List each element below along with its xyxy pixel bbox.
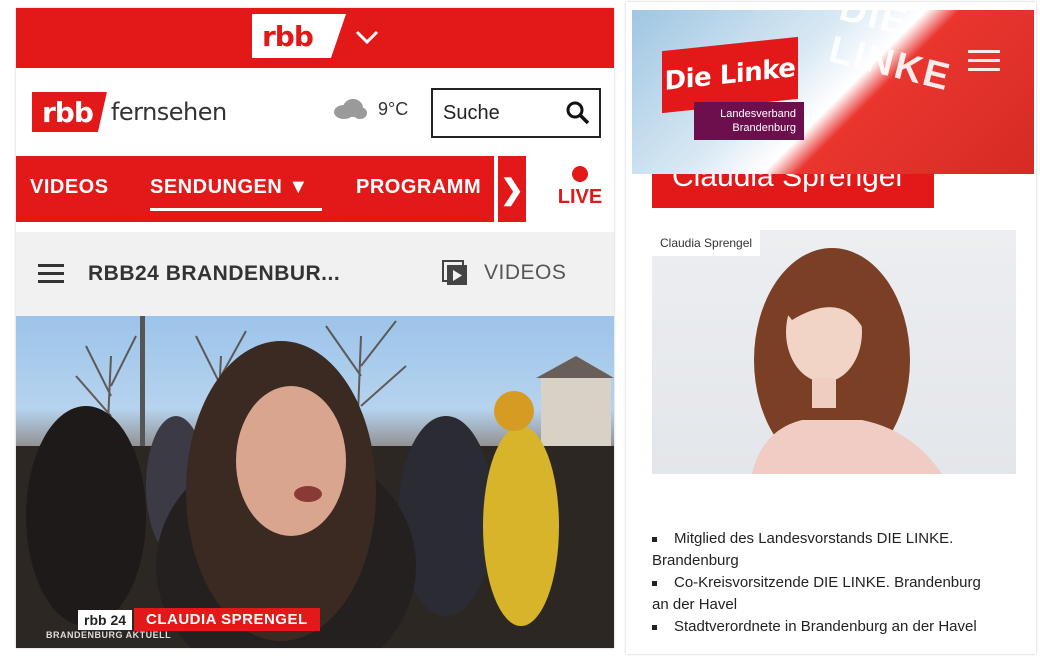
bio-list: Mitglied des Landesvorstands DIE LINKE. … bbox=[652, 528, 1022, 638]
hamburger-menu-icon[interactable] bbox=[38, 264, 64, 284]
live-label: LIVE bbox=[557, 186, 603, 208]
nav-scroll-right-button[interactable]: ❯ bbox=[498, 156, 526, 222]
rbb24-tag: rbb 24 bbox=[78, 609, 133, 630]
list-item: Stadtverordnete in Brandenburg an der Ha… bbox=[652, 616, 1022, 638]
die-linke-logo-text: Die Linke bbox=[664, 53, 796, 97]
site-header: rbb fernsehen 9°C Suche bbox=[16, 68, 614, 156]
landesverband-line2: Brandenburg bbox=[732, 122, 796, 134]
nav-item-programm[interactable]: PROGRAMM bbox=[356, 176, 481, 199]
page-heading-text: Claudia Sprengel bbox=[672, 174, 903, 193]
rbb-top-logo-text: rbb bbox=[262, 19, 314, 53]
videos-link[interactable]: VIDEOS bbox=[442, 260, 566, 286]
bullet-icon bbox=[652, 581, 657, 586]
cloud-icon bbox=[334, 99, 367, 119]
bullet-icon bbox=[652, 537, 657, 542]
flag-text: DIE LINKE bbox=[824, 10, 956, 100]
die-linke-page: DIE LINKE Die Linke Landesverband Brande… bbox=[626, 2, 1036, 654]
top-bar: rbb bbox=[16, 8, 614, 68]
weather-widget[interactable]: 9°C bbox=[332, 98, 408, 120]
portrait-photo: Claudia Sprengel bbox=[652, 230, 1016, 474]
nav-item-sendungen[interactable]: SENDUNGEN ▼ bbox=[150, 176, 309, 199]
rbb-top-logo[interactable]: rbb bbox=[252, 14, 346, 58]
search-input[interactable]: Suche bbox=[443, 102, 500, 125]
live-dot-icon bbox=[572, 166, 588, 182]
portrait-image bbox=[752, 248, 942, 474]
list-item: Mitglied des Landesvorstands DIE LINKE. … bbox=[652, 530, 954, 569]
search-box[interactable]: Suche bbox=[431, 88, 601, 138]
landesverband-line1: Landesverband bbox=[720, 108, 796, 120]
temperature: 9°C bbox=[378, 98, 409, 119]
brand-fernsehen: fernsehen bbox=[110, 98, 227, 126]
section-bar: RBB24 BRANDENBUR... VIDEOS bbox=[16, 232, 614, 316]
photo-caption: Claudia Sprengel bbox=[652, 230, 761, 256]
rbb-fernsehen-logo[interactable]: rbb fernsehen bbox=[32, 92, 227, 132]
bullet-icon bbox=[652, 625, 657, 630]
main-nav: VIDEOS SENDUNGEN ▼ PROGRAMM ❯ LIVE bbox=[16, 156, 614, 222]
menu-icon[interactable] bbox=[968, 50, 1000, 77]
video-playlist-icon bbox=[442, 260, 467, 285]
rbb-page: rbb rbb fernsehen 9°C Suche VIDEOS SENDU… bbox=[16, 8, 614, 648]
video-player[interactable]: rbb 24 CLAUDIA SPRENGEL BRANDENBURG AKTU… bbox=[16, 316, 614, 648]
chevron-down-icon[interactable] bbox=[354, 24, 380, 50]
program-name: BRANDENBURG AKTUELL bbox=[46, 630, 172, 640]
nav-item-videos[interactable]: VIDEOS bbox=[30, 176, 109, 199]
landesverband-label: Landesverband Brandenburg bbox=[694, 102, 804, 140]
video-frame-scene bbox=[16, 316, 614, 648]
page-heading: Claudia Sprengel bbox=[652, 174, 934, 208]
lower-third-name: CLAUDIA SPRENGEL bbox=[134, 608, 320, 631]
videos-label: VIDEOS bbox=[484, 261, 567, 284]
header-banner: DIE LINKE Die Linke Landesverband Brande… bbox=[632, 10, 1034, 174]
lower-third: rbb 24 CLAUDIA SPRENGEL bbox=[78, 608, 320, 631]
nav-active-underline bbox=[150, 208, 322, 211]
section-title[interactable]: RBB24 BRANDENBUR... bbox=[88, 262, 340, 286]
search-icon[interactable] bbox=[565, 100, 591, 126]
list-item: Co-Kreisvorsitzende DIE LINKE. Brandenbu… bbox=[652, 574, 981, 613]
brand-rbb: rbb bbox=[32, 92, 107, 132]
live-button[interactable]: LIVE bbox=[550, 164, 610, 220]
